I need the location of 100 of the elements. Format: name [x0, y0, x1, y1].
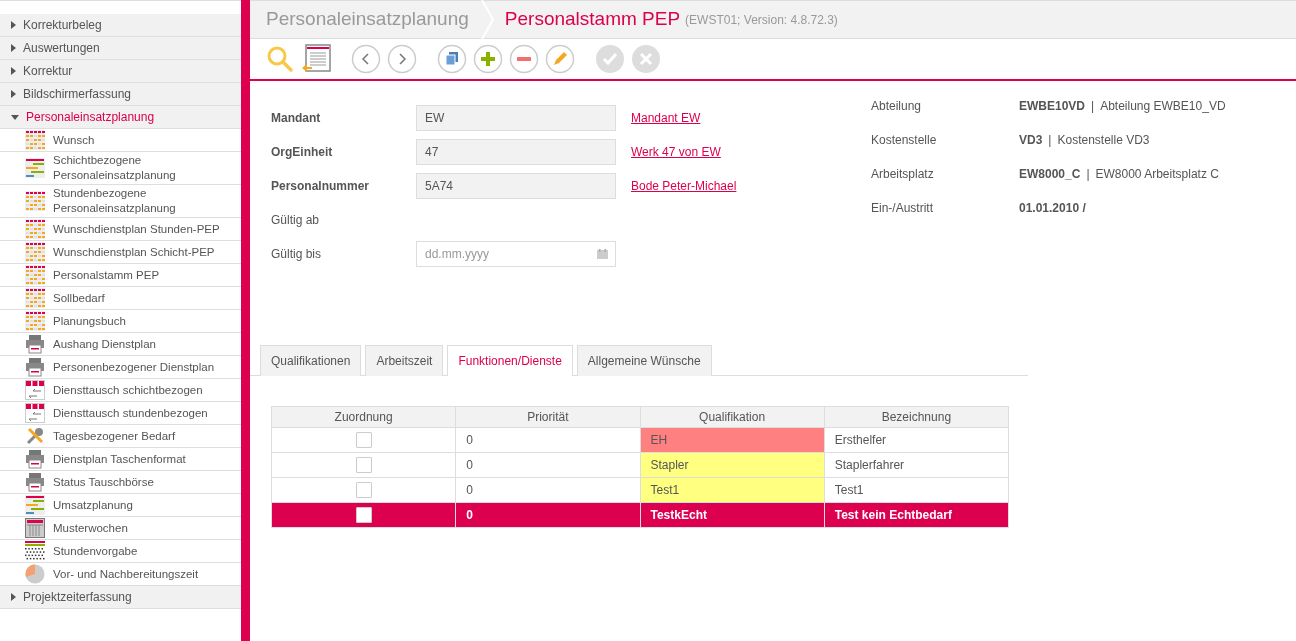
checkbox[interactable]: [355, 482, 372, 498]
swap-grid-icon: [25, 403, 45, 423]
info-label: Abteilung: [871, 98, 923, 115]
table-cell: EH: [640, 427, 825, 453]
field-label: Gültig bis: [271, 246, 323, 263]
table-cell: 0: [455, 477, 640, 503]
table-row[interactable]: 0 TestkEcht Test kein Echtbedarf: [271, 502, 1009, 528]
grid-chart-icon: [25, 311, 45, 331]
sidebar-item[interactable]: Diensttausch schichtbezogen: [0, 379, 241, 402]
list-icon: [301, 44, 331, 74]
info-label: Ein-/Austritt: [871, 200, 934, 217]
input-field[interactable]: 47: [416, 139, 616, 165]
column-header: Zuordnung: [271, 406, 456, 428]
field-label: Gültig ab: [271, 212, 321, 229]
info-description: Kostenstelle VD3: [1057, 132, 1150, 149]
table-cell: 0: [455, 427, 640, 453]
grid-chart-icon: [25, 219, 45, 239]
sidebar-item[interactable]: Diensttausch stundenbezogen: [0, 402, 241, 425]
info-code: VD3: [1019, 132, 1043, 149]
column-header: Qualifikation: [640, 406, 825, 428]
swap-grid-icon: [25, 380, 45, 400]
sidebar-item[interactable]: Personenbezogener Dienstplan: [0, 356, 241, 379]
record-link[interactable]: Mandant EW: [631, 109, 701, 127]
sidebar-item[interactable]: Stundenbezogene Personaleinsatzplanung: [0, 185, 241, 218]
calendar-icon: [25, 518, 45, 538]
table-cell: 0: [455, 452, 640, 478]
previous-button[interactable]: [351, 44, 381, 74]
sidebar-item[interactable]: Wunschdienstplan Schicht-PEP: [0, 241, 241, 264]
checkbox[interactable]: [355, 457, 372, 473]
record-link[interactable]: Werk 47 von EW: [631, 143, 721, 161]
sidebar-group[interactable]: Bildschirmerfassung: [0, 83, 241, 106]
tab[interactable]: Qualifikationen: [260, 345, 362, 376]
table-cell: 0: [455, 502, 640, 528]
edit-button[interactable]: [545, 44, 575, 74]
copy-button[interactable]: [437, 44, 467, 74]
add-button[interactable]: [473, 44, 503, 74]
table-cell: Test1: [640, 477, 825, 503]
tab[interactable]: Funktionen/Dienste: [447, 345, 573, 376]
table-row[interactable]: 0 Test1 Test1: [271, 477, 1009, 503]
checkbox[interactable]: [355, 507, 372, 523]
field-label: Personalnummer: [271, 178, 371, 195]
sidebar-item[interactable]: Wunsch: [0, 129, 241, 152]
search-icon: [265, 44, 295, 74]
sidebar-group[interactable]: Auswertungen: [0, 37, 241, 60]
sidebar-item[interactable]: Personalstamm PEP: [0, 264, 241, 287]
date-field[interactable]: dd.mm.yyyy: [416, 241, 616, 267]
checkbox[interactable]: [355, 432, 372, 448]
info-label: Kostenstelle: [871, 132, 938, 149]
close-icon: [631, 44, 661, 74]
field-label: Mandant: [271, 110, 322, 127]
input-field[interactable]: EW: [416, 105, 616, 131]
sidebar-item[interactable]: Schichtbezogene Personaleinsatzplanung: [0, 152, 241, 185]
grid-chart-icon: [25, 130, 45, 150]
sidebar-group[interactable]: Korrekturbeleg: [0, 14, 241, 37]
minus-icon: [509, 44, 539, 74]
check-icon: [595, 44, 625, 74]
sidebar-item[interactable]: Stundenvorgabe: [0, 540, 241, 563]
sidebar-item[interactable]: Wunschdienstplan Stunden-PEP: [0, 218, 241, 241]
caret-icon: [11, 114, 19, 120]
grid-chart-icon: [25, 265, 45, 285]
caret-icon: [11, 67, 16, 75]
table-row[interactable]: 0 EH Ersthelfer: [271, 427, 1009, 453]
chevron-left-icon: [351, 44, 381, 74]
tab[interactable]: Arbeitszeit: [365, 345, 444, 376]
separator-text: |: [1091, 98, 1095, 115]
sidebar-item[interactable]: Dienstplan Taschenformat: [0, 448, 241, 471]
info-code: 01.01.2010 /: [1019, 200, 1086, 217]
pencil-icon: [545, 44, 575, 74]
wrench-screwdriver-icon: [25, 426, 45, 446]
calendar-icon: [597, 249, 608, 259]
copy-icon: [437, 44, 467, 74]
version-text: (EWST01; Version: 4.8.72.3): [685, 11, 838, 29]
sidebar-item[interactable]: Status Tauschbörse: [0, 471, 241, 494]
table-cell: Test1: [824, 477, 1009, 503]
sidebar-group[interactable]: Korrektur: [0, 60, 241, 83]
sidebar-item[interactable]: Aushang Dienstplan: [0, 333, 241, 356]
pie-chart-icon: [25, 564, 45, 584]
sidebar-item[interactable]: Planungsbuch: [0, 310, 241, 333]
tab[interactable]: Allgemeine Wünsche: [576, 345, 712, 376]
sidebar-group[interactable]: Projektzeiterfassung: [0, 586, 241, 609]
bar-chart-icon: [25, 158, 45, 178]
printer-icon: [25, 472, 45, 492]
remove-button[interactable]: [509, 44, 539, 74]
sidebar-item[interactable]: Sollbedarf: [0, 287, 241, 310]
sidebar-item[interactable]: Tagesbezogener Bedarf: [0, 425, 241, 448]
input-field[interactable]: 5A74: [416, 173, 616, 199]
sidebar-item[interactable]: Musterwochen: [0, 517, 241, 540]
info-code: EWBE10VD: [1019, 98, 1086, 115]
search-button[interactable]: [265, 44, 295, 74]
caret-icon: [11, 90, 16, 98]
sidebar-item[interactable]: Umsatzplanung: [0, 494, 241, 517]
next-button[interactable]: [387, 44, 417, 74]
sidebar-group[interactable]: Personaleinsatzplanung: [0, 106, 241, 129]
table-row[interactable]: 0 Stapler Staplerfahrer: [271, 452, 1009, 478]
grid-chart-icon: [25, 242, 45, 262]
table-cell: TestkEcht: [640, 502, 825, 528]
separator-text: |: [1086, 166, 1090, 183]
caret-icon: [11, 593, 16, 601]
record-link[interactable]: Bode Peter-Michael: [631, 177, 737, 195]
list-button[interactable]: [301, 44, 331, 74]
